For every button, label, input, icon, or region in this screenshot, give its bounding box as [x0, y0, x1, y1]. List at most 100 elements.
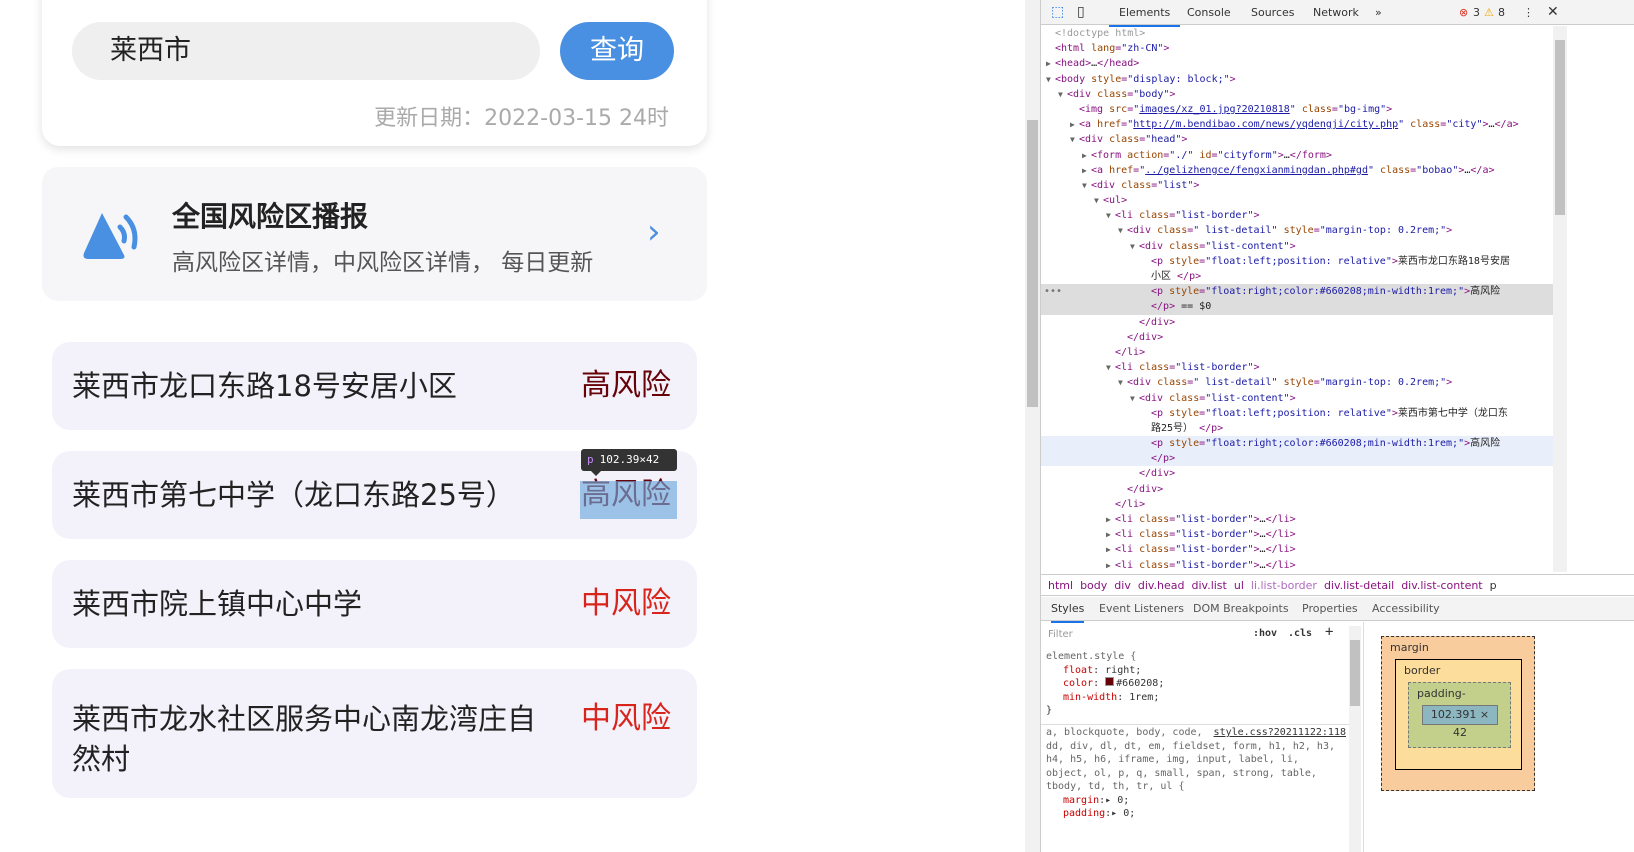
dom-node-line[interactable]: <p style="float:right;color:#660208;min-…	[1041, 284, 1553, 300]
styles-scrollbar[interactable]	[1349, 626, 1361, 852]
dom-node-line[interactable]: ▼ <li class="list-border">	[1041, 360, 1553, 375]
expand-arrow-icon[interactable]: ▼	[1106, 360, 1111, 375]
collapse-arrow-icon[interactable]: ▶	[1106, 527, 1111, 542]
ua-rule[interactable]: style.css?20211122:118 a, blockquote, bo…	[1046, 726, 1346, 821]
page-scrollbar[interactable]	[1025, 0, 1040, 852]
expand-arrow-icon[interactable]: ▼	[1070, 132, 1075, 147]
dom-node-line[interactable]: <html lang="zh-CN">	[1041, 41, 1553, 56]
dom-node-line[interactable]: ▼ <li class="list-border">	[1041, 208, 1553, 223]
new-rule-icon[interactable]: +	[1325, 624, 1333, 640]
dom-node-line[interactable]: ▼ <ul>	[1041, 193, 1553, 208]
expand-arrow-icon[interactable]: ▼	[1130, 391, 1135, 406]
dom-node-line[interactable]: </li>	[1041, 345, 1553, 360]
device-toolbar-icon[interactable]: ▯	[1077, 0, 1085, 25]
expand-arrow-icon[interactable]: ▼	[1046, 72, 1051, 87]
collapse-arrow-icon[interactable]: ▶	[1106, 542, 1111, 557]
css-property[interactable]: margin:▸ 0;	[1046, 794, 1346, 808]
dom-node-line[interactable]: ▶ <li class="list-border">…</li>	[1041, 527, 1553, 542]
dom-node-line[interactable]: ▼ <div class="list-content">	[1041, 239, 1553, 254]
inspect-element-icon[interactable]: ⬚	[1051, 0, 1064, 25]
dom-node-line[interactable]: 路25号） </p>	[1041, 421, 1553, 436]
breadcrumb-item[interactable]: div.list-detail	[1324, 579, 1394, 592]
breadcrumb-item[interactable]: body	[1080, 579, 1107, 592]
css-property[interactable]: float: right;	[1046, 664, 1164, 678]
dom-node-line[interactable]: </div>	[1041, 466, 1553, 481]
query-button[interactable]: 查询	[560, 22, 674, 80]
dom-node-line[interactable]: ▼ <div class="list-content">	[1041, 391, 1553, 406]
more-icon[interactable]: •••	[1044, 284, 1062, 299]
dom-node-line[interactable]: ▶ <li class="list-border">…</li>	[1041, 558, 1553, 572]
dom-node-line[interactable]: ▼ <body style="display: block;">	[1041, 72, 1553, 87]
breadcrumb-item[interactable]: p	[1490, 579, 1497, 592]
expand-arrow-icon[interactable]: ▼	[1130, 239, 1135, 254]
collapse-arrow-icon[interactable]: ▶	[1046, 56, 1051, 71]
expand-arrow-icon[interactable]: ▼	[1118, 375, 1123, 390]
dom-tree-scrollbar[interactable]	[1553, 26, 1567, 572]
expand-arrow-icon[interactable]: ▼	[1118, 223, 1123, 238]
element-style-rule[interactable]: element.style { float: right; color: #660…	[1046, 650, 1164, 718]
styles-tab-accessibility[interactable]: Accessibility	[1372, 597, 1440, 621]
dom-node-line[interactable]: 小区 </p>	[1041, 269, 1553, 284]
css-property[interactable]: min-width: 1rem;	[1046, 691, 1164, 705]
tab-console[interactable]: Console	[1187, 0, 1231, 25]
error-count[interactable]: 3	[1473, 0, 1480, 25]
breadcrumb-item[interactable]: li.list-border	[1251, 579, 1317, 592]
error-icon[interactable]: ⊗	[1459, 0, 1468, 25]
dom-node-line[interactable]: ▶ <li class="list-border">…</li>	[1041, 512, 1553, 527]
warning-count[interactable]: 8	[1498, 0, 1505, 25]
dom-node-line[interactable]: <img src="images/xz_01.jpg?20210818" cla…	[1041, 102, 1553, 117]
dom-node-line[interactable]: </p>	[1041, 451, 1553, 467]
collapse-arrow-icon[interactable]: ▶	[1106, 512, 1111, 527]
tab-network[interactable]: Network	[1313, 0, 1359, 25]
dom-node-line[interactable]: </p> == $0	[1041, 299, 1553, 315]
breadcrumb-item[interactable]: html	[1048, 579, 1073, 592]
breadcrumb-item[interactable]: div	[1114, 579, 1131, 592]
css-property[interactable]: color: #660208;	[1046, 677, 1164, 691]
dom-node-line[interactable]: <!doctype html>	[1041, 26, 1553, 41]
menu-icon[interactable]: ⋮	[1523, 0, 1534, 25]
collapse-arrow-icon[interactable]: ▶	[1082, 163, 1087, 178]
expand-arrow-icon[interactable]: ▼	[1082, 178, 1087, 193]
styles-tab-properties[interactable]: Properties	[1302, 597, 1358, 621]
dom-node-line[interactable]: ▼ <div class=" list-detail" style="margin…	[1041, 223, 1553, 238]
rule-source-link[interactable]: style.css?20211122:118	[1207, 726, 1346, 740]
dom-node-line[interactable]: </li>	[1041, 497, 1553, 512]
expand-arrow-icon[interactable]: ▼	[1058, 87, 1063, 102]
more-tabs-icon[interactable]: »	[1375, 0, 1382, 25]
dom-node-line[interactable]: ▶ <a href="../gelizhengce/fengxianmingdan…	[1041, 163, 1553, 178]
city-search-input[interactable]: 莱西市	[72, 22, 540, 80]
css-property[interactable]: padding:▸ 0;	[1046, 807, 1346, 821]
dom-node-line[interactable]: ▶ <li class="list-border">…</li>	[1041, 542, 1553, 557]
dom-node-line[interactable]: ▶ <a href="http://m.bendibao.com/news/yqd…	[1041, 117, 1553, 132]
collapse-arrow-icon[interactable]: ▶	[1070, 117, 1075, 132]
styles-tab-styles[interactable]: Styles	[1051, 597, 1085, 623]
cls-button[interactable]: .cls	[1288, 628, 1312, 639]
dom-node-line[interactable]: ▼ <div class="list">	[1041, 178, 1553, 193]
breadcrumb-item[interactable]: div.list-content	[1401, 579, 1482, 592]
dom-node-line[interactable]: ▶ <form action="./" id="cityform">…</form…	[1041, 148, 1553, 163]
dom-node-line[interactable]: </div>	[1041, 315, 1553, 330]
dom-node-line[interactable]: <p style="float:left;position: relative"…	[1041, 406, 1553, 421]
tab-sources[interactable]: Sources	[1251, 0, 1295, 25]
dom-node-line[interactable]: ▼ <div class="head">	[1041, 132, 1553, 147]
dom-node-line[interactable]: ▼ <div class=" list-detail" style="margin…	[1041, 375, 1553, 390]
dom-node-line[interactable]: ▶ <head>…</head>	[1041, 56, 1553, 71]
breadcrumb-item[interactable]: div.head	[1138, 579, 1185, 592]
risk-broadcast-link[interactable]: 全国风险区播报 高风险区详情，中风险区详情， 每日更新 ›	[42, 167, 707, 301]
dom-node-line[interactable]: <p style="float:right;color:#660208;min-…	[1041, 436, 1553, 452]
styles-filter-input[interactable]: Filter	[1044, 626, 1240, 644]
expand-arrow-icon[interactable]: ▼	[1106, 208, 1111, 223]
styles-tab-dom-breakpoints[interactable]: DOM Breakpoints	[1193, 597, 1289, 621]
styles-tab-event-listeners[interactable]: Event Listeners	[1099, 597, 1184, 621]
close-icon[interactable]: ✕	[1547, 0, 1559, 25]
dom-node-line[interactable]: </div>	[1041, 482, 1553, 497]
breadcrumb-item[interactable]: ul	[1234, 579, 1244, 592]
dom-node-line[interactable]: <p style="float:left;position: relative"…	[1041, 254, 1553, 269]
breadcrumb-item[interactable]: div.list	[1192, 579, 1227, 592]
expand-arrow-icon[interactable]: ▼	[1094, 193, 1099, 208]
dom-node-line[interactable]: ▼ <div class="body">	[1041, 87, 1553, 102]
collapse-arrow-icon[interactable]: ▶	[1082, 148, 1087, 163]
tab-elements[interactable]: Elements	[1109, 0, 1181, 27]
warning-icon[interactable]: ⚠	[1484, 0, 1494, 25]
collapse-arrow-icon[interactable]: ▶	[1106, 558, 1111, 572]
